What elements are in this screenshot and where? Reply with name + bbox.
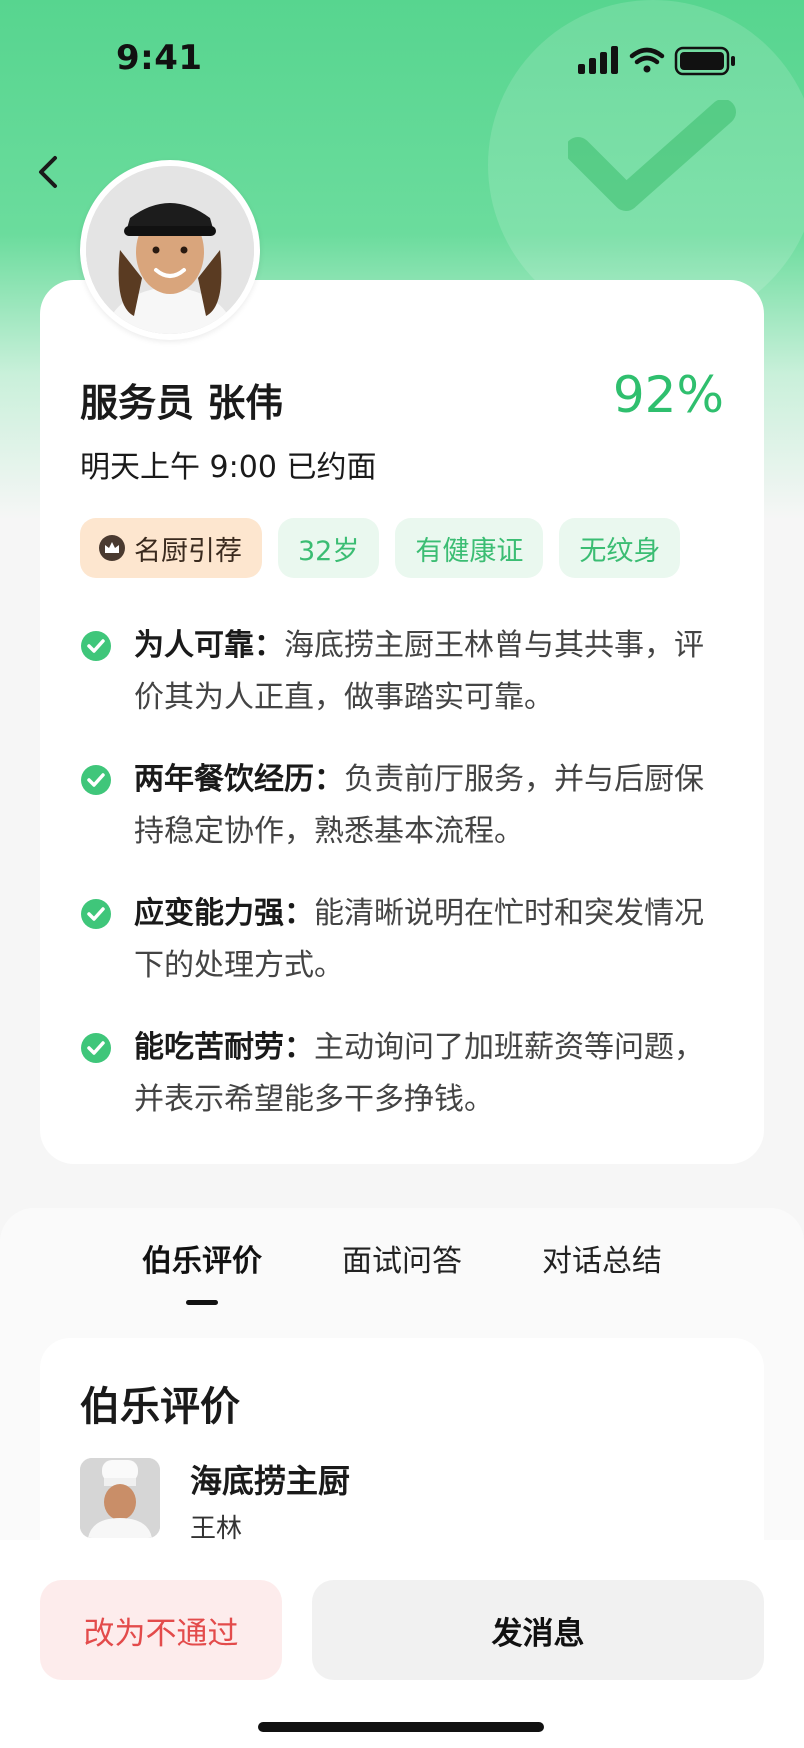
tag-label: 名厨引荐 bbox=[134, 535, 242, 567]
evaluation-point: 应变能力强：能清晰说明在忙时和突发情况下的处理方式。 bbox=[80, 888, 730, 992]
crown-icon bbox=[99, 535, 125, 561]
tab-interview-qa[interactable]: 面试问答 bbox=[342, 1236, 462, 1280]
status-icons bbox=[578, 46, 735, 76]
tag-chef-referral: 名厨引荐 bbox=[80, 518, 262, 578]
check-circle-icon bbox=[81, 899, 111, 929]
detail-tabs: 伯乐评价 面试问答 对话总结 bbox=[0, 1236, 804, 1316]
wifi-icon bbox=[629, 47, 665, 73]
check-circle-icon bbox=[81, 765, 111, 795]
tab-conversation-summary[interactable]: 对话总结 bbox=[542, 1236, 662, 1280]
avatar-illustration bbox=[86, 166, 254, 334]
tag-label: 32岁 bbox=[298, 535, 360, 567]
battery-icon bbox=[674, 46, 735, 76]
check-circle-icon bbox=[81, 631, 111, 661]
bottom-action-bar: 改为不通过 发消息 bbox=[0, 1540, 804, 1748]
tag-age: 32岁 bbox=[278, 518, 380, 578]
candidate-card: 服务员 张伟 92% 明天上午 9:00 已约面 名厨引荐 32岁 有健康证 无… bbox=[40, 280, 764, 1164]
reject-button[interactable]: 改为不通过 bbox=[40, 1580, 282, 1680]
tag-label: 无纹身 bbox=[579, 535, 661, 567]
evaluation-point: 能吃苦耐劳：主动询问了加班薪资等问题，并表示希望能多干多挣钱。 bbox=[80, 1022, 730, 1126]
reviewer-illustration bbox=[80, 1458, 160, 1538]
point-title: 应变能力强： bbox=[134, 896, 314, 931]
candidate-tags: 名厨引荐 32岁 有健康证 无纹身 bbox=[80, 518, 681, 578]
signal-icon bbox=[578, 46, 618, 74]
status-time: 9:41 bbox=[116, 38, 203, 78]
tab-bole-review[interactable]: 伯乐评价 bbox=[142, 1236, 262, 1280]
back-button[interactable] bbox=[24, 148, 72, 196]
point-title: 两年餐饮经历： bbox=[134, 762, 344, 797]
reviewer-role: 海底捞主厨 bbox=[190, 1462, 351, 1500]
chevron-left-icon bbox=[39, 156, 57, 188]
interview-appointment: 明天上午 9:00 已约面 bbox=[80, 450, 377, 485]
home-indicator bbox=[258, 1722, 544, 1732]
check-circle-icon bbox=[81, 1033, 111, 1063]
candidate-name: 服务员 张伟 bbox=[80, 381, 284, 425]
match-percent: 92% bbox=[612, 366, 724, 424]
review-heading: 伯乐评价 bbox=[80, 1384, 240, 1430]
point-title: 为人可靠： bbox=[134, 628, 284, 663]
evaluation-point: 两年餐饮经历：负责前厅服务，并与后厨保持稳定协作，熟悉基本流程。 bbox=[80, 754, 730, 858]
tag-label: 有健康证 bbox=[415, 535, 524, 567]
tag-health-certificate: 有健康证 bbox=[395, 518, 544, 578]
candidate-avatar[interactable] bbox=[80, 160, 260, 340]
active-tab-indicator bbox=[186, 1300, 218, 1305]
evaluation-points: 为人可靠：海底捞主厨王林曾与其共事，评价其为人正直，做事踏实可靠。 两年餐饮经历… bbox=[80, 620, 730, 1156]
reviewer-avatar[interactable] bbox=[80, 1458, 160, 1538]
evaluation-point: 为人可靠：海底捞主厨王林曾与其共事，评价其为人正直，做事踏实可靠。 bbox=[80, 620, 730, 724]
point-title: 能吃苦耐劳： bbox=[134, 1030, 314, 1065]
tag-no-tattoo: 无纹身 bbox=[559, 518, 681, 578]
status-bar: 9:41 bbox=[0, 0, 804, 120]
send-message-button[interactable]: 发消息 bbox=[312, 1580, 764, 1680]
